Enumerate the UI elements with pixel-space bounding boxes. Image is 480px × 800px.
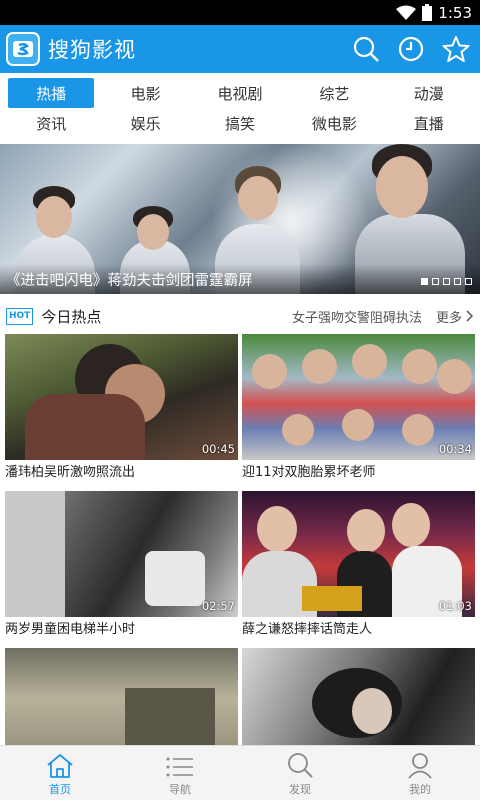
video-duration: 01:03 <box>438 599 472 613</box>
nav-mine[interactable]: 我的 <box>360 746 480 800</box>
video-card[interactable]: 02:57 两岁男童困电梯半小时 <box>5 491 238 648</box>
history-clock-icon[interactable] <box>397 35 425 63</box>
nav-navigation[interactable]: 导航 <box>120 746 240 800</box>
pagination-dot[interactable] <box>465 278 472 285</box>
video-thumbnail[interactable]: 02:57 <box>5 491 238 617</box>
list-icon <box>166 757 193 777</box>
banner-figure <box>36 196 72 238</box>
hot-badge-icon: HOT <box>6 307 34 325</box>
video-title[interactable]: 潘玮柏吴昕激吻照流出 <box>5 460 238 486</box>
nav-label: 我的 <box>409 783 431 796</box>
status-time: 1:53 <box>438 3 472 22</box>
favorite-star-icon[interactable] <box>442 35 470 63</box>
video-thumbnail[interactable]: 01:03 <box>242 491 475 617</box>
tab-variety[interactable]: 综艺 <box>287 78 381 108</box>
pagination-dot[interactable] <box>421 278 428 285</box>
video-card[interactable]: 01:03 薛之谦怒摔摔话筒走人 <box>242 491 475 648</box>
video-card[interactable]: 00:34 迎11对双胞胎累坏老师 <box>242 334 475 491</box>
tab-live[interactable]: 直播 <box>382 108 476 138</box>
nav-label: 导航 <box>169 783 191 796</box>
banner-figure <box>376 156 428 218</box>
pagination-dot[interactable] <box>432 278 439 285</box>
tab-funny[interactable]: 搞笑 <box>193 108 287 138</box>
nav-label: 发现 <box>289 783 311 796</box>
battery-icon <box>422 4 433 21</box>
banner-pagination <box>421 278 472 285</box>
video-title[interactable]: 两岁男童困电梯半小时 <box>5 617 238 643</box>
video-duration: 00:34 <box>438 442 472 456</box>
video-grid: 00:45 潘玮柏吴昕激吻照流出 00:34 迎11对双胞胎累坏老师 02:57… <box>5 334 475 800</box>
nav-discover[interactable]: 发现 <box>240 746 360 800</box>
pagination-dot[interactable] <box>454 278 461 285</box>
app-bar: 搜狗影视 <box>0 25 480 73</box>
nav-label: 首页 <box>49 783 71 796</box>
video-title[interactable]: 薛之谦怒摔摔话筒走人 <box>242 617 475 643</box>
nav-home[interactable]: 首页 <box>0 746 120 800</box>
banner-figure <box>137 214 169 250</box>
video-duration: 02:57 <box>201 599 235 613</box>
search-icon <box>288 753 313 778</box>
tab-news[interactable]: 资讯 <box>4 108 98 138</box>
hot-section-header: HOT 今日热点 女子强吻交警阻碍执法 更多 <box>0 300 480 332</box>
video-card[interactable]: 00:45 潘玮柏吴昕激吻照流出 <box>5 334 238 491</box>
more-label: 更多 <box>435 310 462 326</box>
home-icon <box>47 754 73 778</box>
search-icon[interactable] <box>352 35 380 63</box>
tab-anime[interactable]: 动漫 <box>382 78 476 108</box>
video-thumbnail[interactable]: 00:45 <box>5 334 238 460</box>
featured-banner[interactable]: 《进击吧闪电》蒋劲夫击剑团雷霆霸屏 <box>0 144 480 294</box>
tab-hot[interactable]: 热播 <box>8 78 95 108</box>
more-link[interactable]: 更多 <box>436 307 474 326</box>
video-duration: 00:45 <box>201 442 235 456</box>
app-title: 搜狗影视 <box>48 38 136 62</box>
tab-tv-series[interactable]: 电视剧 <box>193 78 287 108</box>
wifi-icon <box>396 5 417 21</box>
tab-micro-film[interactable]: 微电影 <box>287 108 381 138</box>
tab-entertainment[interactable]: 娱乐 <box>98 108 192 138</box>
video-thumbnail[interactable]: 00:34 <box>242 334 475 460</box>
bottom-navigation: 首页 导航 发现 我的 <box>0 745 480 800</box>
status-bar: 1:53 <box>0 0 480 25</box>
banner-figure <box>238 176 278 220</box>
pagination-dot[interactable] <box>443 278 450 285</box>
banner-caption: 《进击吧闪电》蒋劲夫击剑团雷霆霸屏 <box>0 264 480 294</box>
video-title[interactable]: 迎11对双胞胎累坏老师 <box>242 460 475 486</box>
hot-headline-link[interactable]: 女子强吻交警阻碍执法 <box>292 307 422 326</box>
user-icon <box>408 753 432 779</box>
category-tabs: 热播 电影 电视剧 综艺 动漫 资讯 娱乐 搞笑 微电影 直播 <box>0 73 480 143</box>
sogou-video-logo-icon <box>6 32 40 66</box>
chevron-right-icon <box>466 310 474 322</box>
tab-movies[interactable]: 电影 <box>98 78 192 108</box>
section-title: 今日热点 <box>41 307 102 326</box>
